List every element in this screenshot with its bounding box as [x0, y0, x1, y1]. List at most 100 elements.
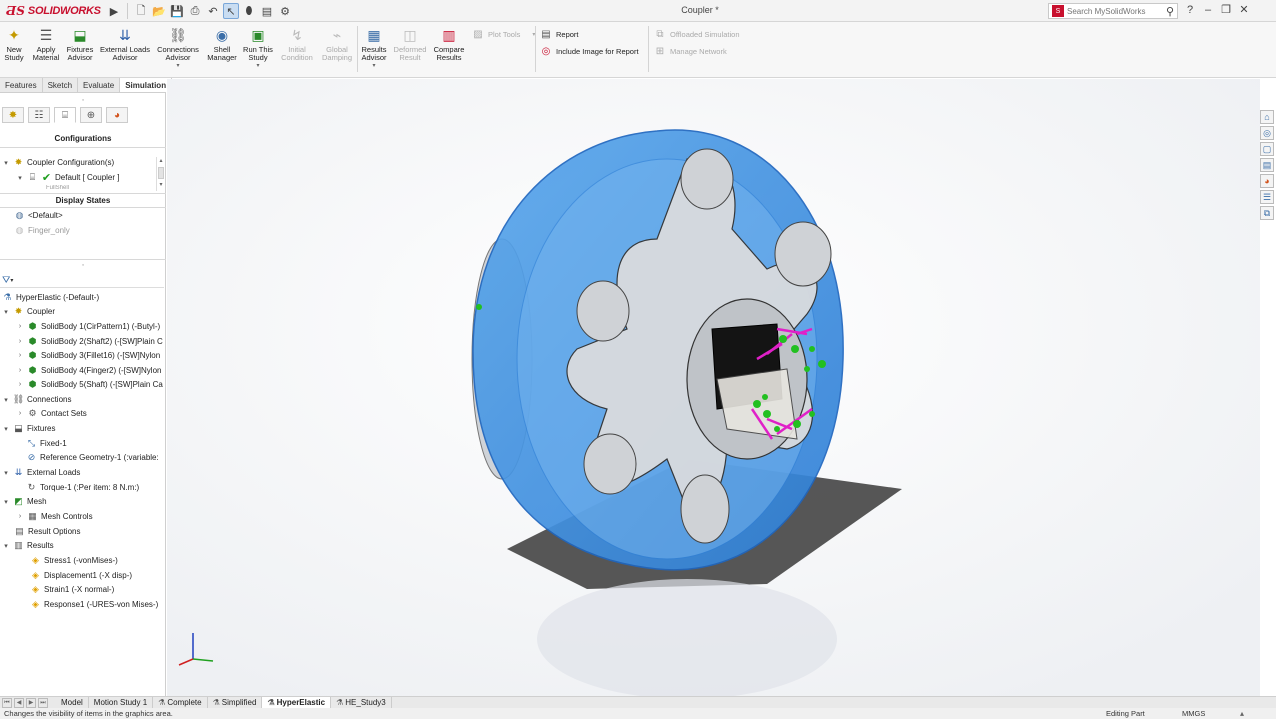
tab-features[interactable]: Features: [0, 78, 43, 92]
feature-manager-tab-icon[interactable]: ✸: [2, 107, 24, 123]
configuration-next[interactable]: FullShell: [46, 185, 69, 191]
home-icon[interactable]: ⌂: [1260, 110, 1274, 124]
search-icon[interactable]: ⚲: [1166, 5, 1174, 18]
fixtures-advisor-button[interactable]: ⬓ Fixtures Advisor: [64, 26, 96, 62]
splitter-handle[interactable]: ◦: [80, 97, 86, 104]
initial-condition-button[interactable]: ↯ Initial Condition: [278, 26, 316, 62]
report-button[interactable]: ▤ Report: [540, 28, 578, 40]
collapse-arrow-icon[interactable]: ▾: [2, 159, 10, 167]
file-explorer-icon[interactable]: ▤: [1260, 158, 1274, 172]
print-icon[interactable]: ⎙: [187, 3, 203, 19]
forum-icon[interactable]: ⧉: [1260, 206, 1274, 220]
tree-contact-sets[interactable]: › ⚙ Contact Sets: [16, 408, 87, 419]
collapse-arrow-icon[interactable]: ▾: [2, 469, 10, 477]
expand-arrow-icon[interactable]: ›: [16, 338, 24, 345]
tree-mesh-controls[interactable]: › ▦ Mesh Controls: [16, 511, 93, 522]
tab-sketch[interactable]: Sketch: [43, 78, 79, 92]
new-document-icon[interactable]: 🗋: [133, 3, 149, 19]
tab-complete[interactable]: ⚗ Complete: [153, 696, 208, 709]
tree-body[interactable]: › ⬢ SolidBody 4(Finger2) (-[SW]Nylon: [16, 365, 162, 376]
compare-results-button[interactable]: ▥ Compare Results: [430, 26, 468, 62]
tree-result-options[interactable]: ▤ Result Options: [14, 526, 80, 537]
splitter-handle[interactable]: ◦: [80, 262, 86, 269]
external-loads-advisor-button[interactable]: ⇊ External Loads Advisor: [98, 26, 152, 62]
appearances-icon[interactable]: ◕: [1260, 174, 1274, 188]
new-study-button[interactable]: ✦ New Study: [3, 26, 25, 62]
configurations-root[interactable]: ▾ ✸ Coupler Configuration(s): [2, 157, 114, 168]
scroll-thumb[interactable]: [158, 167, 164, 179]
tree-torque[interactable]: ↻ Torque-1 (:Per item: 8 N.m:): [26, 482, 139, 493]
configurations-scrollbar[interactable]: ▴ ▾: [156, 157, 164, 191]
collapse-arrow-icon[interactable]: ▾: [16, 174, 24, 182]
study-root[interactable]: ⚗ HyperElastic (-Default-): [2, 292, 99, 303]
coupler-model[interactable]: [167, 79, 1260, 696]
dropdown-arrow-icon[interactable]: ▾: [154, 62, 202, 70]
graphics-area[interactable]: ⌕ ⌕ ⤺ ◪ ⧈ ◧ ▣ 👁 ◕ ◍ ▭ ⧉ ▢ ❐ ✕: [167, 79, 1260, 696]
tree-connections[interactable]: ▾ ⛓ Connections: [2, 394, 71, 405]
display-state-default[interactable]: ◍ <Default>: [14, 210, 63, 221]
resources-icon[interactable]: ◎: [1260, 126, 1274, 140]
include-image-button[interactable]: ◎ Include Image for Report: [540, 45, 639, 57]
status-units[interactable]: MMGS: [1182, 708, 1205, 719]
file-properties-icon[interactable]: ▤: [259, 3, 275, 19]
custom-properties-icon[interactable]: ☰: [1260, 190, 1274, 204]
scroll-down-icon[interactable]: ▾: [158, 181, 164, 188]
filter-funnel-icon[interactable]: ⛛: [2, 275, 10, 286]
deformed-result-button[interactable]: ◫ Deformed Result: [392, 26, 428, 62]
tree-part[interactable]: ▾ ✸ Coupler: [2, 306, 55, 317]
tree-results[interactable]: ▾ ▥ Results: [2, 540, 53, 551]
close-icon[interactable]: ✕: [1238, 3, 1250, 16]
apply-material-button[interactable]: ☰ Apply Material: [32, 26, 60, 62]
tab-evaluate[interactable]: Evaluate: [78, 78, 121, 92]
expand-arrow-icon[interactable]: ›: [16, 381, 24, 388]
minimize-icon[interactable]: –: [1202, 4, 1214, 16]
global-damping-button[interactable]: ⌁ Global Damping: [318, 26, 356, 62]
status-dropdown-icon[interactable]: ▴: [1240, 708, 1244, 719]
scroll-next-icon[interactable]: ▶: [26, 697, 36, 708]
tree-body[interactable]: › ⬢ SolidBody 1(CirPattern1) (-Butyl-): [16, 321, 160, 332]
configuration-default[interactable]: ▾ ⌸ ✔ Default [ Coupler ]: [16, 172, 119, 184]
tree-result-item[interactable]: ◈ Displacement1 (-X disp-): [30, 570, 132, 581]
tab-simulation[interactable]: Simulation: [120, 78, 173, 92]
collapse-arrow-icon[interactable]: ▾: [2, 308, 10, 316]
help-icon[interactable]: ?: [1184, 4, 1196, 16]
tab-hyperelastic[interactable]: ⚗ HyperElastic: [262, 696, 332, 709]
collapse-arrow-icon[interactable]: ▾: [2, 542, 10, 550]
select-cursor-icon[interactable]: ↖: [223, 3, 239, 19]
expand-arrow-icon[interactable]: ›: [16, 367, 24, 374]
offloaded-simulation-button[interactable]: ⧉ Offloaded Simulation: [654, 28, 739, 40]
expand-menu-icon[interactable]: ▶: [106, 3, 122, 19]
tree-fixed1[interactable]: ⤡ Fixed-1: [26, 438, 67, 449]
expand-arrow-icon[interactable]: ›: [16, 323, 24, 330]
tree-body[interactable]: › ⬢ SolidBody 5(Shaft) (-[SW]Plain Ca: [16, 379, 163, 390]
tree-result-item[interactable]: ◈ Response1 (-URES-von Mises-): [30, 599, 158, 610]
manage-network-button[interactable]: ⊞ Manage Network: [654, 45, 727, 57]
tab-motion-study[interactable]: Motion Study 1: [89, 696, 154, 709]
design-library-icon[interactable]: ▢: [1260, 142, 1274, 156]
plot-tools-button[interactable]: ▨ Plot Tools ▾: [472, 28, 535, 40]
collapse-arrow-icon[interactable]: ▾: [2, 425, 10, 433]
restore-icon[interactable]: ❐: [1220, 3, 1232, 16]
dropdown-arrow-icon[interactable]: ▾: [10, 277, 13, 284]
solidworks-logo[interactable]: ƋS SOLIDWORKS: [6, 3, 101, 19]
tree-external-loads[interactable]: ▾ ⇊ External Loads: [2, 467, 80, 478]
expand-arrow-icon[interactable]: ›: [16, 352, 24, 359]
save-icon[interactable]: 💾: [169, 3, 185, 19]
tree-result-item[interactable]: ◈ Strain1 (-X normal-): [30, 584, 114, 595]
collapse-arrow-icon[interactable]: ▾: [2, 498, 10, 506]
dropdown-arrow-icon[interactable]: ▾: [240, 62, 276, 70]
tree-reference-geometry[interactable]: ⊘ Reference Geometry-1 (:variable:: [26, 452, 159, 463]
configuration-manager-tab-icon[interactable]: ⌸: [54, 107, 76, 123]
tree-body[interactable]: › ⬢ SolidBody 2(Shaft2) (-[SW]Plain C: [16, 336, 163, 347]
tree-filter[interactable]: ⛛ ▾: [0, 274, 164, 288]
tab-simplified[interactable]: ⚗ Simplified: [208, 696, 263, 709]
expand-arrow-icon[interactable]: ›: [16, 513, 24, 520]
dropdown-arrow-icon[interactable]: ▾: [358, 62, 390, 70]
expand-arrow-icon[interactable]: ›: [16, 410, 24, 417]
run-study-button[interactable]: ▣ Run This Study ▾: [240, 26, 276, 70]
tree-body[interactable]: › ⬢ SolidBody 3(Fillet16) (-[SW]Nylon: [16, 350, 160, 361]
options-gear-icon[interactable]: ⚙: [277, 3, 293, 19]
connections-advisor-button[interactable]: ⛓ Connections Advisor ▾: [154, 26, 202, 70]
display-manager-tab-icon[interactable]: ◕: [106, 107, 128, 123]
display-state-finger-only[interactable]: ◍ Finger_only: [14, 225, 70, 236]
